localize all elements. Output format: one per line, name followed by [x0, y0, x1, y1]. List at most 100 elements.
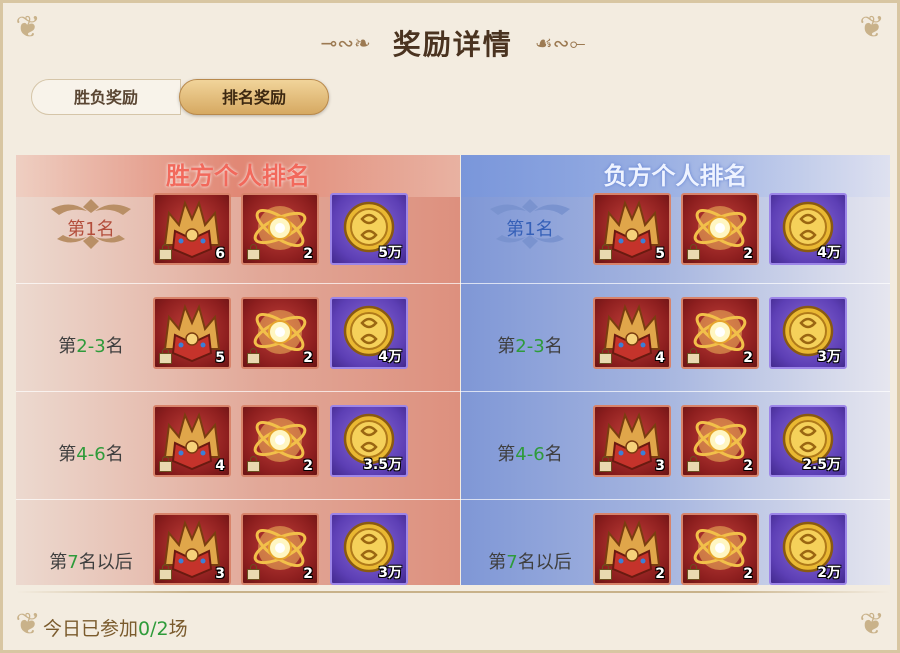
tab-win-lose-rewards[interactable]: 胜负奖励 [31, 79, 181, 115]
rank-suffix: 名以后 [517, 552, 572, 573]
rank-prefix: 第 [49, 552, 68, 573]
row-divider [16, 499, 890, 500]
helmet-armor-reward[interactable]: 6 [153, 193, 231, 265]
corner-ornament-icon: ❦ [859, 607, 885, 642]
rank-label: 第2-3名 [31, 332, 151, 362]
participation-prefix: 今日已参加 [43, 618, 139, 640]
helmet-armor-reward[interactable]: 5 [593, 193, 671, 265]
golden-orb-reward[interactable]: 2 [241, 193, 319, 265]
rank-label: 第2-3名 [470, 332, 590, 362]
item-count: 2 [743, 246, 753, 262]
item-count: 2 [303, 566, 313, 582]
helmet-armor-reward[interactable]: 3 [153, 513, 231, 585]
item-count: 2万 [817, 565, 841, 581]
lock-icon [599, 244, 612, 260]
gold-coin-reward[interactable]: 5万 [330, 193, 408, 265]
participation-status: 今日已参加0/2场 [43, 614, 188, 641]
rank-range: 4-6 [515, 444, 545, 465]
helmet-armor-reward[interactable]: 5 [153, 297, 231, 369]
gold-coin-reward[interactable]: 3.5万 [330, 405, 408, 477]
rank-range: 2-3 [76, 336, 106, 357]
rank-prefix: 第 [497, 444, 516, 465]
participation-count: 0/2 [138, 618, 169, 640]
gold-coin-reward[interactable]: 2万 [769, 513, 847, 585]
tab-bar: 胜负奖励 排名奖励 [31, 79, 329, 115]
rank-range: 2-3 [515, 336, 545, 357]
lock-icon [687, 348, 700, 364]
reward-table: 胜方个人排名 负方个人排名 第1名 6 2 5万 第1名 5 2 4万 第2-3名 5 2 4万 第2-… [16, 155, 890, 585]
rank-prefix: 第 [506, 219, 525, 240]
item-count: 4 [215, 458, 225, 474]
lock-icon [599, 564, 612, 580]
item-count: 6 [215, 246, 225, 262]
item-count: 5 [215, 350, 225, 366]
lock-icon [159, 564, 172, 580]
gold-coin-reward[interactable]: 3万 [769, 297, 847, 369]
rank-prefix: 第 [497, 336, 516, 357]
helmet-armor-reward[interactable]: 3 [593, 405, 671, 477]
rank-label: 第7名以后 [470, 548, 590, 578]
golden-orb-reward[interactable]: 2 [241, 405, 319, 477]
item-count: 4万 [817, 245, 841, 261]
rank-prefix: 第 [58, 444, 77, 465]
item-count: 2.5万 [802, 457, 841, 473]
item-count: 2 [303, 350, 313, 366]
golden-orb-reward[interactable]: 2 [681, 513, 759, 585]
golden-orb-reward[interactable]: 2 [681, 193, 759, 265]
lock-icon [159, 456, 172, 472]
rank-range: 7 [67, 552, 79, 573]
lock-icon [687, 564, 700, 580]
title-bar: ⊸∾❧ 奖励详情 ☙∾⟜ [3, 17, 900, 69]
lock-icon [687, 244, 700, 260]
golden-orb-reward[interactable]: 2 [681, 297, 759, 369]
gold-coin-reward[interactable]: 4万 [769, 193, 847, 265]
rank-range: 1 [85, 219, 97, 240]
rank-prefix: 第 [67, 219, 86, 240]
divider [16, 591, 890, 593]
reward-details-panel: ❦ ❦ ❦ ❦ ⊸∾❧ 奖励详情 ☙∾⟜ 胜负奖励 排名奖励 胜方个人排名 负方… [0, 0, 900, 653]
rank-suffix: 名 [544, 444, 563, 465]
lock-icon [599, 348, 612, 364]
golden-orb-reward[interactable]: 2 [681, 405, 759, 477]
item-count: 3 [655, 458, 665, 474]
lock-icon [599, 456, 612, 472]
helmet-armor-reward[interactable]: 2 [593, 513, 671, 585]
rank-suffix: 名 [544, 336, 563, 357]
lock-icon [159, 348, 172, 364]
item-count: 2 [303, 246, 313, 262]
item-count: 5 [655, 246, 665, 262]
lock-icon [687, 456, 700, 472]
rank-label: 第7名以后 [31, 548, 151, 578]
item-count: 2 [655, 566, 665, 582]
rank-label: 第1名 [31, 215, 151, 245]
rank-label: 第4-6名 [31, 440, 151, 470]
rank-range: 4-6 [76, 444, 106, 465]
golden-orb-reward[interactable]: 2 [241, 297, 319, 369]
lock-icon [247, 456, 260, 472]
gold-coin-reward[interactable]: 3万 [330, 513, 408, 585]
rank-prefix: 第 [488, 552, 507, 573]
item-count: 3 [215, 566, 225, 582]
item-count: 4万 [378, 349, 402, 365]
flourish-right-icon: ☙∾⟜ [534, 31, 586, 55]
row-divider [16, 283, 890, 284]
rank-suffix: 名 [105, 336, 124, 357]
rank-suffix: 名 [105, 444, 124, 465]
item-count: 2 [303, 458, 313, 474]
lock-icon [247, 564, 260, 580]
winner-rank-header: 胜方个人排名 [16, 155, 460, 197]
helmet-armor-reward[interactable]: 4 [153, 405, 231, 477]
page-title: 奖励详情 [392, 28, 513, 61]
rank-prefix: 第 [58, 336, 77, 357]
loser-rank-header: 负方个人排名 [461, 155, 890, 197]
gold-coin-reward[interactable]: 2.5万 [769, 405, 847, 477]
rank-range: 1 [524, 219, 536, 240]
participation-suffix: 场 [168, 618, 188, 640]
golden-orb-reward[interactable]: 2 [241, 513, 319, 585]
gold-coin-reward[interactable]: 4万 [330, 297, 408, 369]
item-count: 3万 [378, 565, 402, 581]
item-count: 5万 [378, 245, 402, 261]
rank-range: 7 [506, 552, 518, 573]
tab-rank-rewards[interactable]: 排名奖励 [179, 79, 329, 115]
helmet-armor-reward[interactable]: 4 [593, 297, 671, 369]
